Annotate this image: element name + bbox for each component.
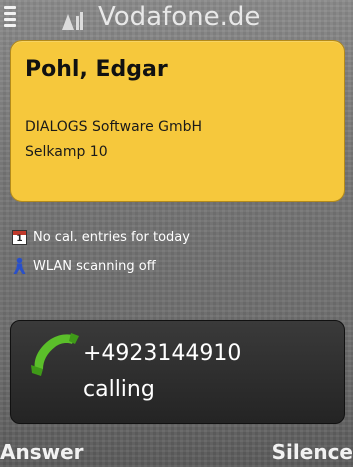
calendar-info-text: No cal. entries for today: [33, 229, 190, 245]
operator-name: Vodafone.de: [98, 2, 261, 32]
signal-icon: [62, 12, 83, 30]
answer-softkey[interactable]: Answer: [0, 440, 84, 464]
contact-card: Pohl, Edgar DIALOGS Software GmbH Selkam…: [10, 40, 345, 202]
wlan-info-text: WLAN scanning off: [33, 258, 156, 274]
caller-number: +4923144910: [83, 341, 242, 366]
contact-name: Pohl, Edgar: [25, 57, 168, 82]
phone-screen: Vodafone.de Pohl, Edgar DIALOGS Software…: [0, 0, 353, 467]
calendar-icon: 1: [12, 229, 27, 245]
contact-company: DIALOGS Software GmbH: [25, 119, 203, 135]
wlan-info-row: WLAN scanning off: [12, 256, 156, 276]
contact-street: Selkamp 10: [25, 144, 108, 160]
call-panel: +4923144910 calling: [10, 320, 345, 424]
wlan-icon: [13, 257, 26, 274]
call-status: calling: [83, 377, 155, 402]
calendar-info-row: 1 No cal. entries for today: [12, 227, 190, 247]
menu-icon[interactable]: [4, 6, 16, 28]
status-bar: Vodafone.de: [0, 0, 353, 40]
handset-icon: [31, 333, 79, 376]
silence-softkey[interactable]: Silence: [272, 440, 353, 464]
